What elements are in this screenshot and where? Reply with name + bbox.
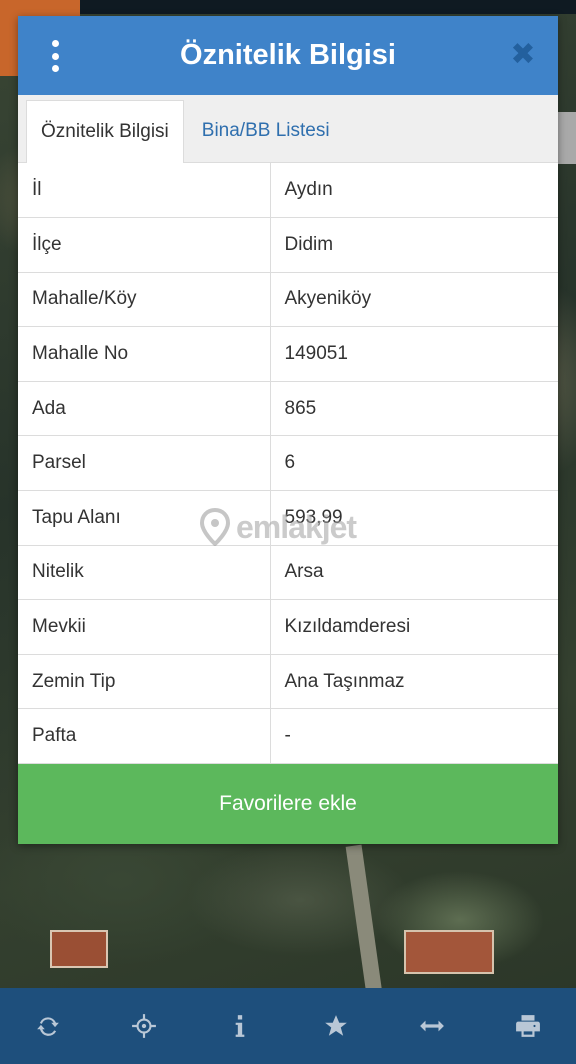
table-row: İl Aydın — [18, 163, 558, 219]
dialog-header: Öznitelik Bilgisi ✖ — [18, 16, 558, 95]
row-key: Mahalle No — [18, 326, 271, 382]
map-top-strip — [0, 0, 576, 14]
add-to-favorites-button[interactable]: Favorilere ekle — [18, 764, 558, 844]
table-row: İlçe Didim — [18, 217, 558, 273]
info-icon[interactable] — [220, 1006, 260, 1046]
row-key: Parsel — [18, 435, 271, 492]
row-value: 6 — [270, 435, 558, 492]
refresh-icon[interactable] — [28, 1006, 68, 1046]
map-building — [50, 930, 108, 968]
table-row: Parsel 6 — [18, 435, 558, 492]
table-row: Tapu Alanı 593,99 — [18, 490, 558, 546]
star-icon[interactable] — [316, 1006, 356, 1046]
row-value: Didim — [270, 217, 558, 273]
table-row: Nitelik Arsa — [18, 545, 558, 601]
tab-bar: Öznitelik Bilgisi Bina/BB Listesi — [18, 95, 558, 163]
map-grey-patch — [556, 112, 576, 164]
row-key: Tapu Alanı — [18, 490, 271, 546]
row-value: 865 — [270, 381, 558, 437]
table-row: Mevkii Kızıldamderesi — [18, 599, 558, 655]
table-row: Pafta - — [18, 708, 558, 765]
row-value: Kızıldamderesi — [270, 599, 558, 655]
row-value: Arsa — [270, 545, 558, 601]
attribute-table: İl Aydın İlçe Didim Mahalle/Köy Akyeniköy M… — [18, 163, 558, 765]
dialog-title: Öznitelik Bilgisi — [180, 39, 396, 71]
row-value: - — [270, 708, 558, 765]
kebab-menu-icon[interactable] — [48, 40, 62, 72]
tab-attribute-info[interactable]: Öznitelik Bilgisi — [26, 100, 184, 163]
locate-icon[interactable] — [124, 1006, 164, 1046]
row-key: Mahalle/Köy — [18, 272, 271, 328]
map-building — [404, 930, 494, 974]
attribute-info-dialog: Öznitelik Bilgisi ✖ Öznitelik Bilgisi Bi… — [18, 16, 558, 844]
row-value: 149051 — [270, 326, 558, 382]
row-value: 593,99 — [270, 490, 558, 546]
row-key: Ada — [18, 381, 271, 437]
row-key: Mevkii — [18, 599, 271, 655]
row-value: Ana Taşınmaz — [270, 654, 558, 710]
map-road — [345, 844, 383, 996]
row-key: Nitelik — [18, 545, 271, 601]
measure-icon[interactable] — [412, 1006, 452, 1046]
row-value: Akyeniköy — [270, 272, 558, 328]
print-icon[interactable] — [508, 1006, 548, 1046]
bottom-toolbar — [0, 988, 576, 1064]
close-icon[interactable]: ✖ — [508, 40, 538, 70]
row-key: İlçe — [18, 217, 271, 273]
row-value: Aydın — [270, 163, 558, 219]
table-row: Zemin Tip Ana Taşınmaz — [18, 654, 558, 710]
table-row: Ada 865 — [18, 381, 558, 437]
row-key: Zemin Tip — [18, 654, 271, 710]
table-row: Mahalle No 149051 — [18, 326, 558, 382]
row-key: Pafta — [18, 708, 271, 765]
tab-building-list[interactable]: Bina/BB Listesi — [184, 100, 344, 162]
table-row: Mahalle/Köy Akyeniköy — [18, 272, 558, 328]
row-key: İl — [18, 163, 271, 219]
